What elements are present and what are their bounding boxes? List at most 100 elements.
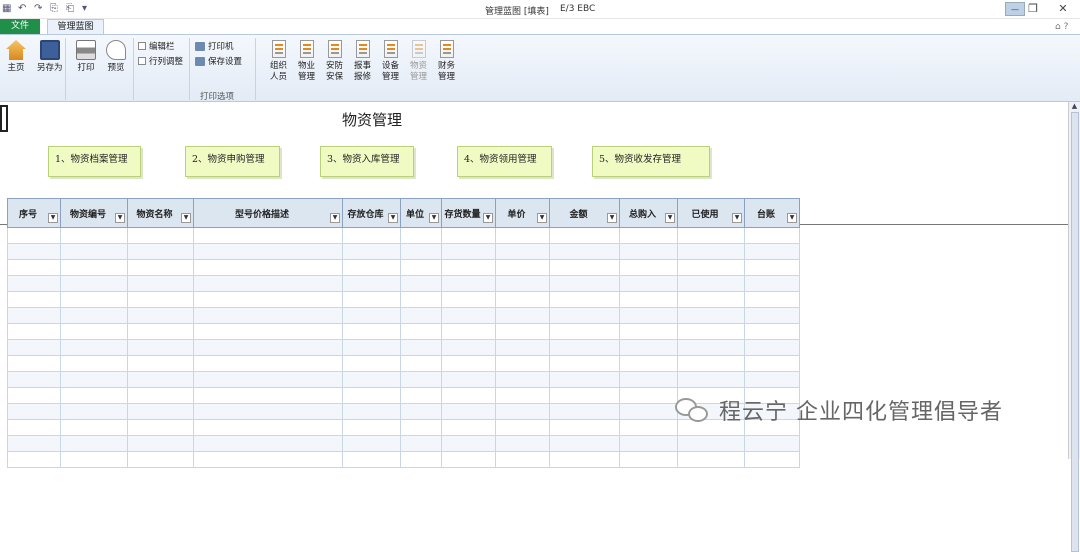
redo-icon[interactable]: ↷: [34, 2, 45, 15]
table-cell[interactable]: [441, 259, 496, 276]
scrollbar-thumb[interactable]: [1071, 112, 1079, 552]
table-cell[interactable]: [400, 243, 442, 260]
filter-dropdown-icon[interactable]: ▼: [48, 213, 58, 223]
column-header[interactable]: 物资名称 ▼: [127, 198, 194, 228]
table-cell[interactable]: [342, 323, 401, 340]
table-cell[interactable]: [549, 243, 620, 260]
table-cell[interactable]: [400, 275, 442, 292]
table-cell[interactable]: [495, 451, 550, 468]
table-cell[interactable]: [7, 275, 61, 292]
table-cell[interactable]: [744, 259, 800, 276]
table-cell[interactable]: [342, 387, 401, 404]
table-cell[interactable]: [400, 339, 442, 356]
table-cell[interactable]: [342, 435, 401, 452]
table-cell[interactable]: [193, 403, 343, 420]
table-cell[interactable]: [127, 339, 194, 356]
table-cell[interactable]: [7, 323, 61, 340]
table-cell[interactable]: [549, 259, 620, 276]
table-cell[interactable]: [495, 387, 550, 404]
table-cell[interactable]: [342, 451, 401, 468]
table-cell[interactable]: [744, 451, 800, 468]
column-header[interactable]: 序号 ▼: [7, 198, 61, 228]
table-cell[interactable]: [60, 339, 128, 356]
table-cell[interactable]: [400, 451, 442, 468]
table-cell[interactable]: [441, 339, 496, 356]
table-cell[interactable]: [7, 339, 61, 356]
table-cell[interactable]: [193, 307, 343, 324]
table-cell[interactable]: [127, 403, 194, 420]
table-cell[interactable]: [677, 243, 745, 260]
table-cell[interactable]: [549, 451, 620, 468]
table-cell[interactable]: [193, 243, 343, 260]
column-header[interactable]: 单价 ▼: [495, 198, 550, 228]
table-cell[interactable]: [193, 275, 343, 292]
table-cell[interactable]: [677, 259, 745, 276]
table-cell[interactable]: [619, 307, 678, 324]
table-cell[interactable]: [400, 323, 442, 340]
table-cell[interactable]: [441, 403, 496, 420]
table-cell[interactable]: [619, 387, 678, 404]
module-property-button[interactable]: 物业 管理: [298, 40, 315, 83]
note-material-requisition[interactable]: 4、物资领用管理: [457, 146, 552, 177]
module-repair-button[interactable]: 报事 报修: [354, 40, 371, 83]
table-cell[interactable]: [7, 243, 61, 260]
table-cell[interactable]: [495, 355, 550, 372]
customize-qat-icon[interactable]: ▾: [82, 2, 93, 15]
table-cell[interactable]: [127, 323, 194, 340]
home-button[interactable]: 主页: [6, 40, 26, 74]
table-cell[interactable]: [619, 339, 678, 356]
table-cell[interactable]: [127, 243, 194, 260]
table-cell[interactable]: [400, 403, 442, 420]
filter-dropdown-icon[interactable]: ▼: [732, 213, 742, 223]
table-cell[interactable]: [400, 419, 442, 436]
note-material-archive[interactable]: 1、物资档案管理: [48, 146, 141, 177]
table-cell[interactable]: [342, 275, 401, 292]
filter-dropdown-icon[interactable]: ▼: [330, 213, 340, 223]
row-col-adjust-checkbox[interactable]: 行列调整: [138, 55, 183, 67]
table-cell[interactable]: [342, 355, 401, 372]
maximize-button[interactable]: ❐: [1025, 2, 1041, 16]
table-cell[interactable]: [7, 307, 61, 324]
table-cell[interactable]: [127, 371, 194, 388]
filter-dropdown-icon[interactable]: ▼: [181, 213, 191, 223]
table-cell[interactable]: [495, 275, 550, 292]
table-cell[interactable]: [619, 371, 678, 388]
minimize-button[interactable]: —: [1005, 2, 1025, 16]
table-cell[interactable]: [342, 291, 401, 308]
table-cell[interactable]: [441, 243, 496, 260]
table-cell[interactable]: [60, 387, 128, 404]
table-cell[interactable]: [677, 307, 745, 324]
table-cell[interactable]: [127, 275, 194, 292]
save-as-button[interactable]: 另存为: [37, 40, 63, 74]
table-cell[interactable]: [60, 435, 128, 452]
table-cell[interactable]: [127, 435, 194, 452]
table-cell[interactable]: [677, 355, 745, 372]
filter-dropdown-icon[interactable]: ▼: [388, 213, 398, 223]
table-cell[interactable]: [193, 323, 343, 340]
table-cell[interactable]: [7, 403, 61, 420]
table-cell[interactable]: [193, 227, 343, 244]
help-icon[interactable]: ⌂ ?: [1055, 22, 1068, 32]
table-cell[interactable]: [193, 355, 343, 372]
column-header[interactable]: 已使用 ▼: [677, 198, 745, 228]
table-cell[interactable]: [400, 371, 442, 388]
table-cell[interactable]: [549, 419, 620, 436]
table-cell[interactable]: [619, 403, 678, 420]
table-cell[interactable]: [549, 227, 620, 244]
filter-dropdown-icon[interactable]: ▼: [429, 213, 439, 223]
printer-button[interactable]: 打印机: [195, 40, 234, 52]
table-cell[interactable]: [7, 259, 61, 276]
table-cell[interactable]: [7, 419, 61, 436]
filter-dropdown-icon[interactable]: ▼: [665, 213, 675, 223]
table-cell[interactable]: [549, 355, 620, 372]
table-cell[interactable]: [7, 451, 61, 468]
table-cell[interactable]: [342, 371, 401, 388]
table-cell[interactable]: [342, 259, 401, 276]
filter-dropdown-icon[interactable]: ▼: [537, 213, 547, 223]
table-cell[interactable]: [744, 243, 800, 260]
column-header[interactable]: 总购入 ▼: [619, 198, 678, 228]
edit-bar-checkbox[interactable]: 编辑栏: [138, 40, 175, 52]
table-cell[interactable]: [677, 275, 745, 292]
paste-icon[interactable]: ⎗: [66, 2, 77, 15]
table-cell[interactable]: [193, 435, 343, 452]
